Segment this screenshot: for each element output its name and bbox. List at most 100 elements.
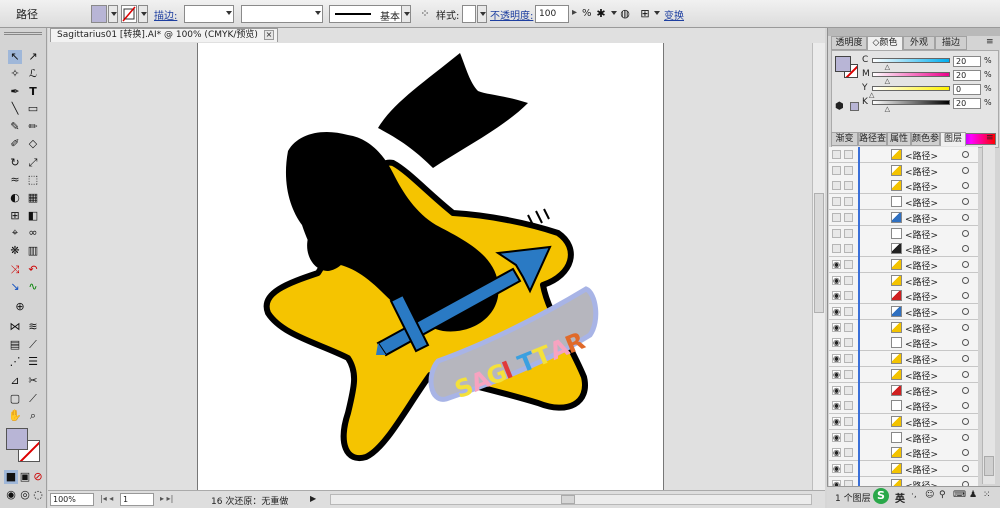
lock-toggle[interactable] <box>844 197 853 207</box>
channel-slider-handle[interactable]: △ <box>885 63 890 71</box>
ime-keyboard-icon[interactable]: ⌨ <box>953 490 966 500</box>
ime-grid-icon[interactable]: ⁙ <box>983 490 991 500</box>
layer-name[interactable]: <路径> <box>905 259 938 272</box>
layer-row[interactable]: <路径> <box>829 225 978 242</box>
color-mode-icon[interactable]: ■ <box>4 470 18 484</box>
target-circle-icon[interactable] <box>962 370 969 378</box>
align-dropdown[interactable] <box>652 5 662 23</box>
blob-brush-tool-icon[interactable]: ✐ <box>8 137 22 151</box>
draw-behind-icon[interactable]: ◎ <box>18 488 32 502</box>
ime-logo-icon[interactable]: S <box>873 488 889 504</box>
wave-tool-icon[interactable]: ≋ <box>26 320 40 334</box>
layer-row[interactable]: <路径> <box>829 178 978 195</box>
ime-user-icon[interactable]: ♟ <box>969 490 977 500</box>
direct-selection-tool-icon[interactable]: ↗ <box>26 50 40 64</box>
channel-value-y[interactable]: 0 <box>953 84 981 95</box>
layer-row[interactable]: ◉ <路径> <box>829 256 978 273</box>
tab-layers[interactable]: 图层 <box>940 132 966 146</box>
layers-scrollbar[interactable] <box>982 146 995 484</box>
width-tool-icon[interactable]: ⤨ <box>8 263 22 277</box>
target-circle-icon[interactable] <box>962 260 969 268</box>
lock-toggle[interactable] <box>844 369 853 379</box>
crosshair-tool-icon[interactable]: ⊕ <box>13 300 27 314</box>
visibility-eye-icon[interactable]: ◉ <box>832 307 841 316</box>
layer-row[interactable]: ◉ <路径> <box>829 461 978 477</box>
lasso-tool-icon[interactable]: ℒ <box>26 67 40 81</box>
artboard[interactable]: SAGITTAR <box>197 43 664 492</box>
target-circle-icon[interactable] <box>962 308 969 315</box>
layer-name[interactable]: <路径> <box>905 447 938 460</box>
lock-toggle[interactable] <box>844 228 853 238</box>
target-circle-icon[interactable] <box>962 465 969 472</box>
zoom-tool-icon[interactable]: ⌕ <box>26 409 40 423</box>
visibility-eye-icon[interactable] <box>832 150 841 159</box>
lock-toggle[interactable] <box>844 165 853 175</box>
scissors-tool-icon[interactable]: ✂ <box>26 374 40 388</box>
channel-slider-y[interactable] <box>872 86 950 91</box>
magic-wand-tool-icon[interactable]: ✧ <box>8 67 22 81</box>
first-artboard-icon[interactable]: |◂ ◂ <box>100 494 113 503</box>
tab-stroke[interactable]: 描边 <box>935 36 967 50</box>
eyedropper-tool-icon[interactable]: ⌖ <box>8 226 22 240</box>
lock-toggle[interactable] <box>844 244 853 254</box>
visibility-eye-icon[interactable]: ◉ <box>832 322 841 332</box>
zoom-select[interactable]: 100% <box>50 493 94 506</box>
lock-toggle[interactable] <box>844 259 853 269</box>
lock-toggle[interactable] <box>844 416 853 426</box>
layer-name[interactable]: <路径> <box>905 196 938 209</box>
layer-name[interactable]: <路径> <box>905 432 938 445</box>
layer-name[interactable]: <路径> <box>905 337 938 350</box>
visibility-eye-icon[interactable]: ◉ <box>832 338 841 348</box>
target-circle-icon[interactable] <box>962 182 969 190</box>
panel-menu-icon[interactable]: ≡ <box>986 37 994 47</box>
mesh-tool-icon[interactable]: ⊞ <box>8 209 22 223</box>
next-artboard-icon[interactable]: ▸ ▸| <box>160 494 173 503</box>
tab-color-guide[interactable]: 颜色参 <box>911 132 940 146</box>
lock-toggle[interactable] <box>844 275 853 285</box>
lock-toggle[interactable] <box>844 322 853 332</box>
align-icon[interactable]: ⊞ <box>638 7 652 21</box>
target-circle-icon[interactable] <box>962 417 969 425</box>
layer-row[interactable]: ◉ <路径> <box>829 304 978 320</box>
lock-toggle[interactable] <box>844 401 853 411</box>
layers-menu-icon[interactable]: ≡ <box>986 133 994 143</box>
layers-scroll-thumb[interactable] <box>984 456 994 476</box>
layer-row[interactable]: ◉ <路径> <box>829 335 978 352</box>
tab-close-button[interactable]: × <box>264 30 274 40</box>
smooth-tool-icon[interactable]: ∿ <box>26 280 40 294</box>
visibility-eye-icon[interactable] <box>832 244 841 254</box>
channel-value-c[interactable]: 20 <box>953 56 981 67</box>
layer-row[interactable]: ◉ <路径> <box>829 366 978 383</box>
layer-name[interactable]: <路径> <box>905 463 938 476</box>
recolor-artwork-icon[interactable]: ✱ <box>594 7 608 21</box>
layer-name[interactable]: <路径> <box>905 212 938 225</box>
opacity-input[interactable]: 100 <box>535 5 569 23</box>
visibility-eye-icon[interactable]: ◉ <box>832 275 841 285</box>
layer-row[interactable]: <路径> <box>829 147 978 163</box>
channel-value-m[interactable]: 20 <box>953 70 981 81</box>
vertical-scroll-thumb[interactable] <box>814 193 824 313</box>
graphic-style-dropdown[interactable] <box>477 5 487 23</box>
lock-toggle[interactable] <box>844 354 853 364</box>
tab-attributes[interactable]: 属性 <box>887 132 911 146</box>
visibility-eye-icon[interactable]: ◉ <box>832 432 841 442</box>
gradient-tool-icon[interactable]: ◧ <box>26 209 40 223</box>
lock-toggle[interactable] <box>844 385 853 395</box>
perspective-grid-tool-icon[interactable]: ▦ <box>26 191 40 205</box>
tab-gradient[interactable]: 渐变 <box>831 132 858 146</box>
channel-slider-handle[interactable]: △ <box>885 77 890 85</box>
fill-swatch[interactable] <box>91 5 107 23</box>
layer-row[interactable]: ◉ <路径> <box>829 445 978 462</box>
slice-tool-icon[interactable]: ⊿ <box>8 374 22 388</box>
target-circle-icon[interactable] <box>962 151 969 158</box>
target-circle-icon[interactable] <box>962 292 969 300</box>
lock-toggle[interactable] <box>844 150 853 159</box>
visibility-eye-icon[interactable]: ◉ <box>832 464 841 473</box>
selection-tool-icon[interactable]: ↖ <box>8 50 22 64</box>
globe-icon[interactable]: ◍ <box>618 7 632 21</box>
layer-name[interactable]: <路径> <box>905 149 938 162</box>
curvature-tool-icon[interactable]: ↶ <box>26 263 40 277</box>
layer-name[interactable]: <路径> <box>905 322 938 335</box>
lock-toggle[interactable] <box>844 181 853 191</box>
status-arrow-icon[interactable]: ▶ <box>310 494 316 503</box>
